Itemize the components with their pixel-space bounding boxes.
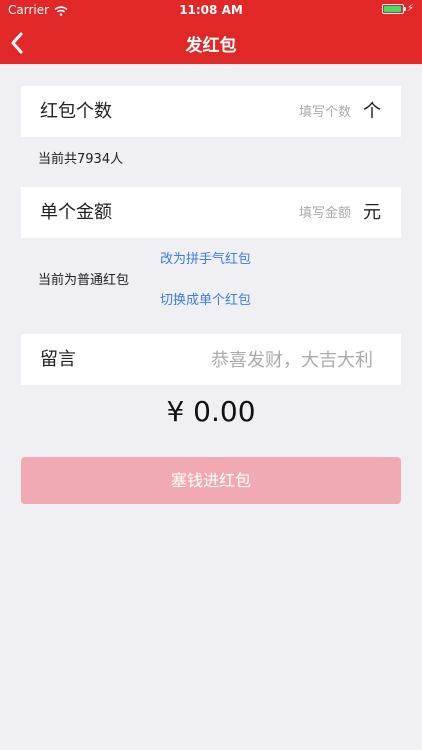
count-row: 红包个数 个	[21, 86, 401, 137]
total-amount: ¥ 0.00	[166, 395, 256, 428]
status-right: ⚡	[381, 3, 414, 14]
amount-label: 单个金额	[40, 202, 112, 223]
count-input[interactable]	[191, 100, 351, 124]
total-people-text: 当前共7934人	[38, 152, 124, 167]
switch-single-link[interactable]: 切换成单个红包	[160, 289, 251, 308]
page-title: 发红包	[185, 36, 237, 56]
packet-type-text: 当前为普通红包	[38, 273, 130, 288]
message-row: 留言	[21, 334, 401, 385]
count-label: 红包个数	[40, 101, 112, 122]
status-bar: Carrier 11:08 AM ⚡	[0, 0, 422, 20]
charging-bolt-icon: ⚡	[406, 3, 414, 14]
battery-icon	[381, 4, 406, 14]
submit-button[interactable]: 塞钱进红包	[21, 457, 401, 504]
nav-bar: Carrier 11:08 AM ⚡ 发红包	[0, 0, 422, 64]
status-time: 11:08 AM	[179, 3, 243, 17]
amount-unit: 元	[363, 202, 381, 223]
switch-lucky-link[interactable]: 改为拼手气红包	[160, 248, 251, 267]
battery-level	[383, 6, 401, 12]
count-unit: 个	[363, 101, 381, 122]
battery-nub	[403, 7, 406, 11]
amount-input[interactable]	[191, 201, 351, 225]
message-label: 留言	[40, 349, 76, 370]
message-input[interactable]	[153, 346, 373, 374]
amount-row: 单个金额 元	[21, 187, 401, 238]
